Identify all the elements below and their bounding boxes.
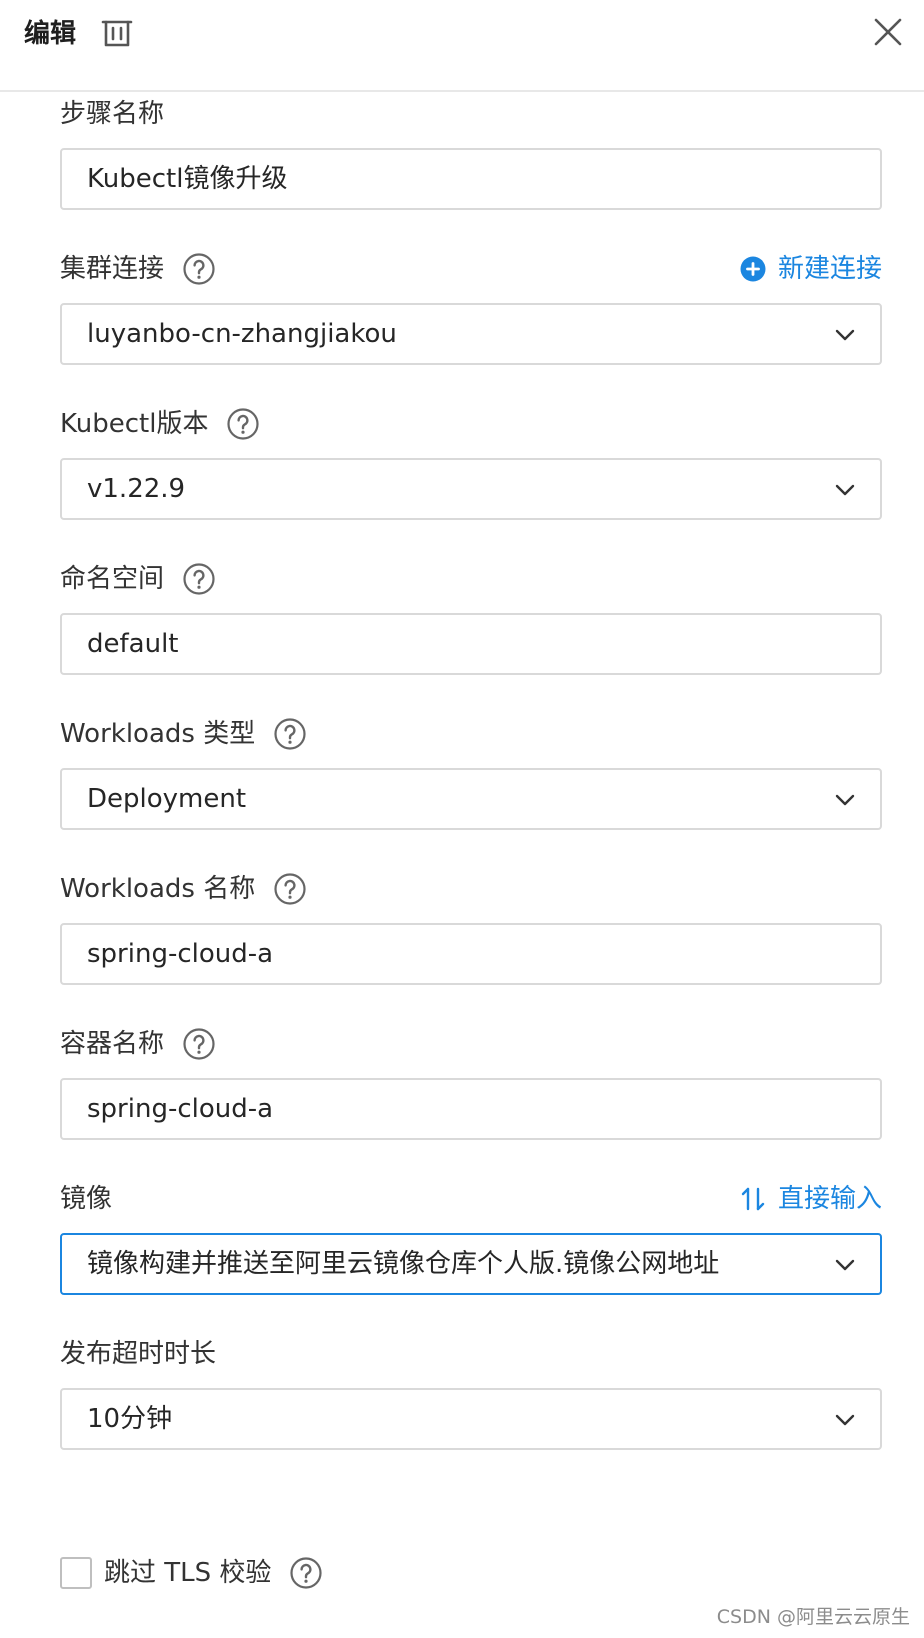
close-icon[interactable]: [872, 16, 904, 48]
drawer-header: 编辑: [0, 0, 924, 92]
workload-name-value: spring-cloud-a: [87, 939, 274, 969]
container-name-label: 容器名称: [60, 1026, 216, 1062]
swap-vertical-icon: [741, 1187, 765, 1211]
chevron-down-icon: [835, 484, 855, 496]
drawer-title: 编辑: [24, 19, 77, 49]
workload-type-select[interactable]: Deployment: [60, 768, 882, 830]
workload-name-label: Workloads 名称: [60, 871, 307, 907]
step-name-label: 步骤名称: [60, 99, 165, 129]
cluster-value: luyanbo-cn-zhangjiakou: [87, 319, 397, 349]
timeout-select[interactable]: 10分钟: [60, 1388, 882, 1450]
image-select[interactable]: 镜像构建并推送至阿里云镜像仓库个人版.镜像公网地址: [60, 1233, 882, 1295]
chevron-down-icon: [835, 1414, 855, 1426]
new-connection-link[interactable]: 新建连接: [740, 251, 882, 287]
image-label: 镜像: [60, 1184, 113, 1214]
help-icon[interactable]: [226, 407, 260, 441]
plus-circle-icon: [740, 256, 766, 282]
workload-type-label: Workloads 类型: [60, 716, 307, 752]
step-name-value: Kubectl镜像升级: [87, 164, 288, 194]
timeout-value: 10分钟: [87, 1404, 173, 1434]
chevron-down-icon: [835, 329, 855, 341]
container-name-value: spring-cloud-a: [87, 1094, 274, 1124]
cluster-select[interactable]: luyanbo-cn-zhangjiakou: [60, 303, 882, 365]
direct-input-toggle[interactable]: 直接输入: [740, 1181, 882, 1217]
timeout-label: 发布超时时长: [60, 1339, 217, 1369]
step-name-input[interactable]: Kubectl镜像升级: [60, 148, 882, 210]
image-value: 镜像构建并推送至阿里云镜像仓库个人版.镜像公网地址: [87, 1249, 720, 1279]
namespace-value: default: [87, 629, 179, 659]
chevron-down-icon: [835, 794, 855, 806]
cluster-label: 集群连接: [60, 251, 216, 287]
skip-tls-label: 跳过 TLS 校验: [104, 1555, 323, 1591]
workload-type-value: Deployment: [87, 784, 247, 814]
help-icon[interactable]: [182, 1027, 216, 1061]
help-icon[interactable]: [182, 252, 216, 286]
help-icon[interactable]: [273, 717, 307, 751]
namespace-label: 命名空间: [60, 561, 216, 597]
kubectl-version-value: v1.22.9: [87, 474, 186, 504]
skip-tls-checkbox[interactable]: [60, 1557, 92, 1589]
kubectl-version-select[interactable]: v1.22.9: [60, 458, 882, 520]
help-icon[interactable]: [273, 872, 307, 906]
trash-icon[interactable]: [100, 16, 134, 50]
workload-name-input[interactable]: spring-cloud-a: [60, 923, 882, 985]
chevron-down-icon: [835, 1259, 855, 1271]
watermark: CSDN @阿里云云原生: [716, 1606, 910, 1628]
container-name-input[interactable]: spring-cloud-a: [60, 1078, 882, 1140]
help-icon[interactable]: [289, 1556, 323, 1590]
help-icon[interactable]: [182, 562, 216, 596]
namespace-input[interactable]: default: [60, 613, 882, 675]
kubectl-version-label: Kubectl版本: [60, 406, 260, 442]
